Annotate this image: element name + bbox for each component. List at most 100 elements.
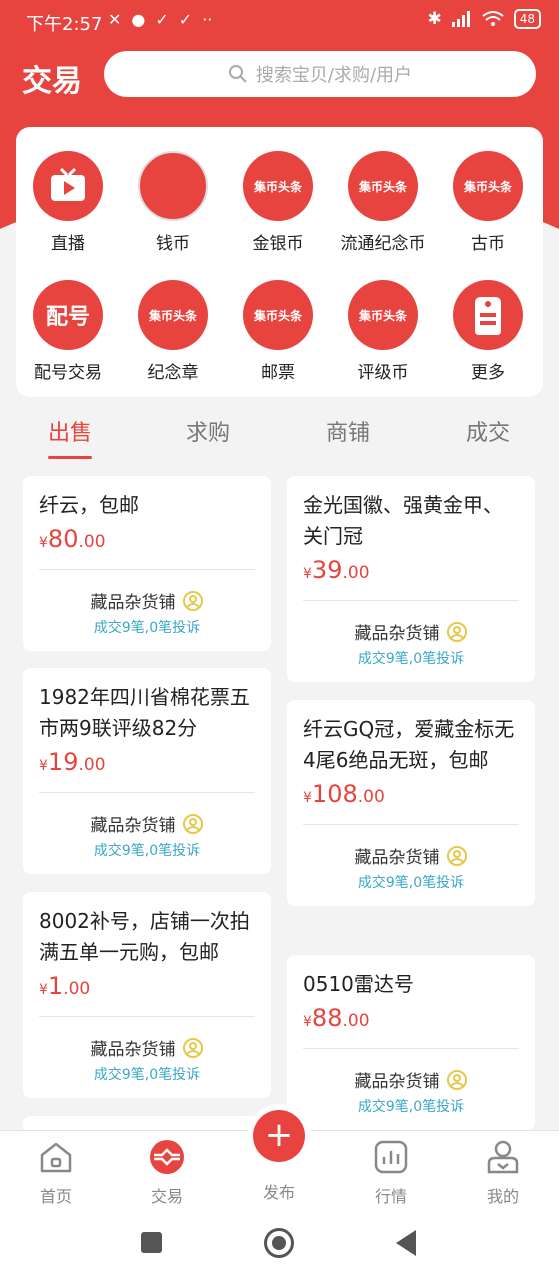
- category-label: 配号交易: [34, 363, 102, 383]
- price-dec: .00: [357, 787, 385, 807]
- medal-icon: [446, 1069, 467, 1090]
- price-int: 1: [47, 972, 64, 1000]
- category-banknote[interactable]: 钱币: [123, 151, 223, 254]
- category-live[interactable]: 直播: [18, 151, 118, 254]
- price-symbol: ¥: [303, 790, 312, 806]
- download-icon-2: ✓: [178, 10, 193, 29]
- category-label: 流通纪念币: [340, 234, 426, 254]
- bluetooth-icon: ✱: [427, 9, 442, 29]
- mute-icon: ✕: [108, 10, 122, 29]
- product-card[interactable]: 纤云GQ冠，爱藏金标无4尾6绝品无斑，包邮 ¥108.00 藏品杂货铺 成交9笔…: [287, 700, 535, 906]
- more-tag-icon: [453, 280, 523, 350]
- peihao-text: 配号: [45, 305, 90, 330]
- qbtt-logo-icon: 集币头条: [453, 151, 523, 221]
- shop-info[interactable]: 藏品杂货铺 成交9笔,0笔投诉: [39, 793, 255, 874]
- logo-text: 集币头条: [253, 179, 302, 194]
- shop-stats: 成交9笔,0笔投诉: [357, 651, 465, 667]
- product-price: ¥39.00: [303, 556, 519, 586]
- category-peihao[interactable]: 配号 配号交易: [18, 280, 118, 383]
- category-commemorative-circulating[interactable]: 集币头条 流通纪念币: [333, 151, 433, 254]
- chat-icon: ●: [131, 10, 146, 29]
- product-title: 0510雷达号: [303, 972, 414, 996]
- category-label: 钱币: [156, 234, 190, 254]
- shop-name: 藏品杂货铺: [90, 1040, 176, 1060]
- profile-icon: [487, 1140, 519, 1174]
- download-icon: ✓: [155, 10, 169, 29]
- home-system-button[interactable]: [264, 1228, 294, 1258]
- nav-label: 我的: [486, 1187, 519, 1206]
- product-title: 纤云，包邮: [39, 493, 139, 517]
- qbtt-logo-icon: 集币头条: [348, 151, 418, 221]
- product-title: 金光国徽、强黄金甲、关门冠: [303, 493, 503, 548]
- wifi-icon: [482, 11, 504, 26]
- category-more[interactable]: 更多: [438, 280, 538, 383]
- medal-icon: [182, 813, 203, 834]
- product-card[interactable]: 1982年四川省棉花票五市两9联评级82分 ¥19.00 藏品杂货铺 成交9笔,…: [23, 668, 271, 874]
- category-label: 金银币: [252, 234, 304, 254]
- logo-text: 集币头条: [148, 308, 197, 323]
- nav-label: 首页: [39, 1187, 72, 1206]
- product-title: 8002补号，店铺一次拍满五单一元购，包邮: [39, 909, 250, 964]
- search-input[interactable]: 搜索宝贝/求购/用户: [104, 51, 536, 97]
- category-label: 更多: [471, 363, 505, 383]
- banknote-photo-icon: [138, 151, 208, 221]
- tab-deals[interactable]: 成交: [466, 415, 510, 447]
- nav-trade[interactable]: 交易: [127, 1139, 207, 1207]
- price-int: 80: [47, 525, 79, 553]
- medal-icon: [446, 845, 467, 866]
- nav-label: 发布: [262, 1183, 295, 1202]
- product-card[interactable]: 纤云，包邮 ¥80.00 藏品杂货铺 成交9笔,0笔投诉: [23, 476, 271, 651]
- nav-market[interactable]: 行情: [351, 1139, 431, 1207]
- shop-stats: 成交9笔,0笔投诉: [93, 843, 201, 859]
- tab-active-indicator: [48, 456, 92, 459]
- category-label: 评级币: [357, 363, 409, 383]
- category-medal[interactable]: 集币头条 纪念章: [123, 280, 223, 383]
- search-placeholder: 搜索宝贝/求购/用户: [255, 65, 413, 86]
- product-title: 1982年四川省棉花票五市两9联评级82分: [39, 685, 250, 740]
- price-symbol: ¥: [39, 982, 48, 998]
- category-graded-coin[interactable]: 集币头条 评级币: [333, 280, 433, 383]
- shop-info[interactable]: 藏品杂货铺 成交9笔,0笔投诉: [39, 1017, 255, 1098]
- price-int: 88: [311, 1004, 343, 1032]
- qbtt-logo-icon: 集币头条: [243, 151, 313, 221]
- shop-info[interactable]: 藏品杂货铺 成交9笔,0笔投诉: [303, 601, 519, 682]
- tab-sell[interactable]: 出售: [48, 415, 92, 447]
- logo-text: 集币头条: [463, 179, 512, 194]
- back-button[interactable]: [396, 1230, 416, 1256]
- product-card[interactable]: 0510雷达号 ¥88.00 藏品杂货铺 成交9笔,0笔投诉: [287, 955, 535, 1130]
- shop-stats: 成交9笔,0笔投诉: [357, 875, 465, 891]
- tab-buy-request[interactable]: 求购: [186, 415, 230, 447]
- category-grid: 直播 钱币 集币头条 金银币 集币头条 流通纪念币 集币头条 古币 配号 配号交…: [16, 127, 543, 397]
- category-gold-silver-coin[interactable]: 集币头条 金银币: [228, 151, 328, 254]
- logo-text: 集币头条: [358, 308, 407, 323]
- nav-publish-label[interactable]: 发布: [239, 1179, 319, 1203]
- shop-stats: 成交9笔,0笔投诉: [93, 1067, 201, 1083]
- publish-plus-button[interactable]: +: [253, 1110, 305, 1162]
- price-dec: .00: [78, 532, 106, 552]
- recent-apps-button[interactable]: [141, 1232, 162, 1253]
- tab-shops[interactable]: 商铺: [326, 415, 370, 447]
- shop-info[interactable]: 藏品杂货铺 成交9笔,0笔投诉: [303, 1049, 519, 1130]
- product-card[interactable]: 金光国徽、强黄金甲、关门冠 ¥39.00 藏品杂货铺 成交9笔,0笔投诉: [287, 476, 535, 682]
- system-nav-bar: [0, 1210, 559, 1280]
- product-price: ¥108.00: [303, 780, 519, 810]
- price-int: 19: [47, 748, 79, 776]
- category-ancient-coin[interactable]: 集币头条 古币: [438, 151, 538, 254]
- nav-profile[interactable]: 我的: [463, 1139, 543, 1207]
- nav-home[interactable]: 首页: [16, 1139, 96, 1207]
- category-stamp[interactable]: 集币头条 邮票: [228, 280, 328, 383]
- shop-name-row: 藏品杂货铺: [91, 588, 204, 613]
- shop-info[interactable]: 藏品杂货铺 成交9笔,0笔投诉: [39, 570, 255, 651]
- product-card[interactable]: 8002补号，店铺一次拍满五单一元购，包邮 ¥1.00 藏品杂货铺 成交9笔,0…: [23, 892, 271, 1098]
- status-right-icons: ✱ 48: [427, 9, 541, 29]
- qbtt-logo-icon: 集币头条: [348, 280, 418, 350]
- price-symbol: ¥: [303, 566, 312, 582]
- logo-text: 集币头条: [253, 308, 302, 323]
- shop-info[interactable]: 藏品杂货铺 成交9笔,0笔投诉: [303, 825, 519, 906]
- shop-name: 藏品杂货铺: [354, 1072, 440, 1092]
- shop-name: 藏品杂货铺: [90, 816, 176, 836]
- product-title: 纤云GQ冠，爱藏金标无4尾6绝品无斑，包邮: [303, 717, 515, 772]
- plus-icon: +: [264, 1115, 294, 1155]
- medal-icon: [182, 1037, 203, 1058]
- shop-name-row: 藏品杂货铺: [91, 811, 204, 836]
